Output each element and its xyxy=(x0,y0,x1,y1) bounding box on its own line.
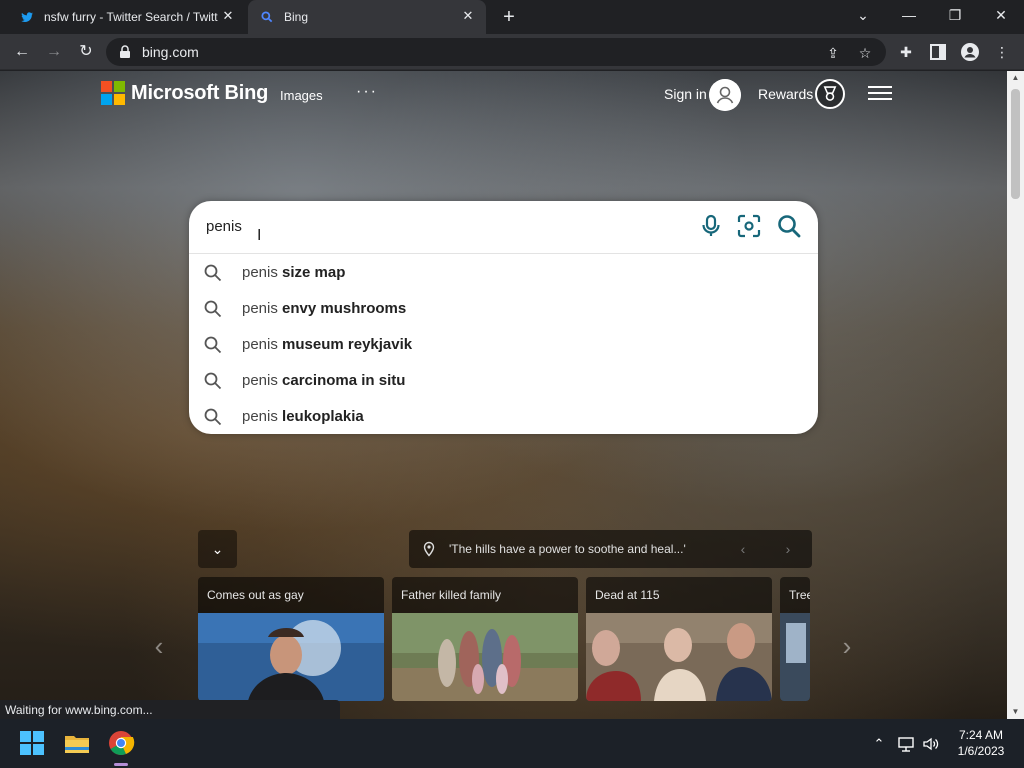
search-box: penis I penis size map penis envy mushro… xyxy=(189,201,818,434)
windows-taskbar: ⌃ 7:24 AM 1/6/2023 xyxy=(0,719,1024,768)
lock-icon xyxy=(120,45,130,58)
news-card[interactable]: Father killed family xyxy=(392,577,578,701)
collapse-feed-chevron-icon[interactable]: ⌄ xyxy=(198,530,237,568)
previous-image-icon[interactable]: ‹ xyxy=(734,540,752,558)
windows-start-icon[interactable] xyxy=(18,729,46,757)
search-input[interactable]: penis xyxy=(206,218,242,235)
kebab-menu-icon[interactable]: ⋮ xyxy=(992,42,1012,62)
clock-time: 7:24 AM xyxy=(958,728,1004,742)
new-tab-button[interactable]: + xyxy=(498,6,520,28)
tab-twitter-search[interactable]: nsfw furry - Twitter Search / Twitt ✕ xyxy=(8,0,246,34)
close-tab-icon[interactable]: ✕ xyxy=(220,8,236,24)
hamburger-menu-icon[interactable] xyxy=(868,83,892,103)
restore-icon[interactable]: ❐ xyxy=(941,4,969,26)
show-hidden-icons-chevron-icon[interactable]: ⌃ xyxy=(870,735,888,753)
news-card-image xyxy=(586,613,772,701)
nav-images-link[interactable]: Images xyxy=(280,88,323,103)
image-caption-bar: 'The hills have a power to soothe and he… xyxy=(409,530,812,568)
scrollbar-thumb[interactable] xyxy=(1011,89,1020,199)
tab-bing[interactable]: Bing ✕ xyxy=(248,0,486,34)
bing-logo[interactable]: Microsoft Bing xyxy=(101,81,268,105)
suggestion-text: penis leukoplakia xyxy=(242,408,364,425)
carousel-next-icon[interactable]: › xyxy=(837,631,857,661)
user-avatar-icon[interactable] xyxy=(709,79,741,111)
suggestion-text: penis museum reykjavik xyxy=(242,336,413,353)
search-icon xyxy=(204,372,222,390)
reload-icon[interactable]: ↻ xyxy=(74,40,98,64)
news-card-image xyxy=(780,613,810,701)
close-window-icon[interactable]: ✕ xyxy=(987,4,1015,26)
browser-status-bar: Waiting for www.bing.com... xyxy=(0,700,340,719)
forward-icon[interactable]: → xyxy=(42,40,66,64)
sign-in-link[interactable]: Sign in xyxy=(664,86,707,102)
scroll-down-arrow-icon[interactable]: ▼ xyxy=(1007,705,1024,719)
more-options-icon[interactable]: ··· xyxy=(356,83,378,101)
side-panel-icon[interactable] xyxy=(928,42,948,62)
clock-date: 1/6/2023 xyxy=(957,744,1005,758)
network-icon[interactable] xyxy=(897,735,915,753)
suggestion-item[interactable]: penis leukoplakia xyxy=(189,398,818,434)
chrome-active-indicator xyxy=(114,763,128,766)
tab-search-chevron-icon[interactable]: ⌄ xyxy=(849,4,877,26)
suggestion-text: penis carcinoma in situ xyxy=(242,372,406,389)
extensions-puzzle-icon[interactable]: ✚ xyxy=(896,42,916,62)
news-card[interactable]: Tree xyxy=(780,577,810,701)
bing-header: Microsoft Bing Images ··· Sign in Reward… xyxy=(0,71,1007,119)
browser-toolbar: ← → ↻ bing.com ⇪ ☆ ✚ ⋮ xyxy=(0,34,1024,70)
news-card-title: Tree xyxy=(789,588,810,602)
suggestion-item[interactable]: penis envy mushrooms xyxy=(189,290,818,326)
back-icon[interactable]: ← xyxy=(10,40,34,64)
share-icon[interactable]: ⇪ xyxy=(824,44,842,62)
rewards-medal-icon[interactable] xyxy=(815,79,845,109)
bookmark-star-icon[interactable]: ☆ xyxy=(856,44,874,62)
twitter-icon xyxy=(21,12,34,23)
system-clock[interactable]: 7:24 AM 1/6/2023 xyxy=(946,727,1016,759)
page-scrollbar[interactable]: ▲ ▼ xyxy=(1007,71,1024,719)
news-card-image xyxy=(392,613,578,701)
bing-search-icon xyxy=(261,11,273,23)
bing-homepage: Microsoft Bing Images ··· Sign in Reward… xyxy=(0,71,1007,719)
text-cursor-icon: I xyxy=(257,227,262,244)
tab-title: nsfw furry - Twitter Search / Twitt xyxy=(44,10,218,24)
search-submit-icon[interactable] xyxy=(776,213,802,239)
search-icon xyxy=(204,264,222,282)
news-card-title: Dead at 115 xyxy=(595,588,660,602)
next-image-icon[interactable]: › xyxy=(779,540,797,558)
file-explorer-icon[interactable] xyxy=(63,729,91,757)
close-tab-icon[interactable]: ✕ xyxy=(460,8,476,24)
suggestion-text: penis envy mushrooms xyxy=(242,300,407,317)
tab-title: Bing xyxy=(284,10,309,24)
url-text: bing.com xyxy=(142,44,199,60)
scroll-up-arrow-icon[interactable]: ▲ xyxy=(1007,71,1024,85)
chrome-icon[interactable] xyxy=(107,729,135,757)
news-card[interactable]: Comes out as gay xyxy=(198,577,384,701)
search-icon xyxy=(204,300,222,318)
profile-icon[interactable] xyxy=(960,42,980,62)
search-icon xyxy=(204,336,222,354)
news-card-title: Comes out as gay xyxy=(207,588,304,602)
rewards-link[interactable]: Rewards xyxy=(758,86,813,102)
microsoft-logo-icon xyxy=(101,81,125,105)
news-card-title: Father killed family xyxy=(401,588,502,602)
status-text: Waiting for www.bing.com... xyxy=(5,703,153,717)
image-caption-text[interactable]: 'The hills have a power to soothe and he… xyxy=(449,542,686,556)
suggestion-item[interactable]: penis museum reykjavik xyxy=(189,326,818,362)
search-icon xyxy=(204,408,222,426)
location-pin-icon[interactable] xyxy=(421,541,437,557)
brand-name: Microsoft Bing xyxy=(131,81,269,104)
minimize-icon[interactable]: — xyxy=(895,4,923,26)
suggestion-text: penis size map xyxy=(242,264,346,281)
tab-strip: nsfw furry - Twitter Search / Twitt ✕ Bi… xyxy=(0,0,1024,34)
suggestion-item[interactable]: penis carcinoma in situ xyxy=(189,362,818,398)
volume-icon[interactable] xyxy=(922,735,940,753)
news-card[interactable]: Dead at 115 xyxy=(586,577,772,701)
address-bar[interactable]: bing.com ⇪ ☆ xyxy=(106,38,886,66)
news-card-image xyxy=(198,613,384,701)
microphone-icon[interactable] xyxy=(698,213,724,239)
suggestion-item[interactable]: penis size map xyxy=(189,254,818,290)
carousel-prev-icon[interactable]: ‹ xyxy=(149,631,169,661)
visual-search-icon[interactable] xyxy=(736,213,762,239)
